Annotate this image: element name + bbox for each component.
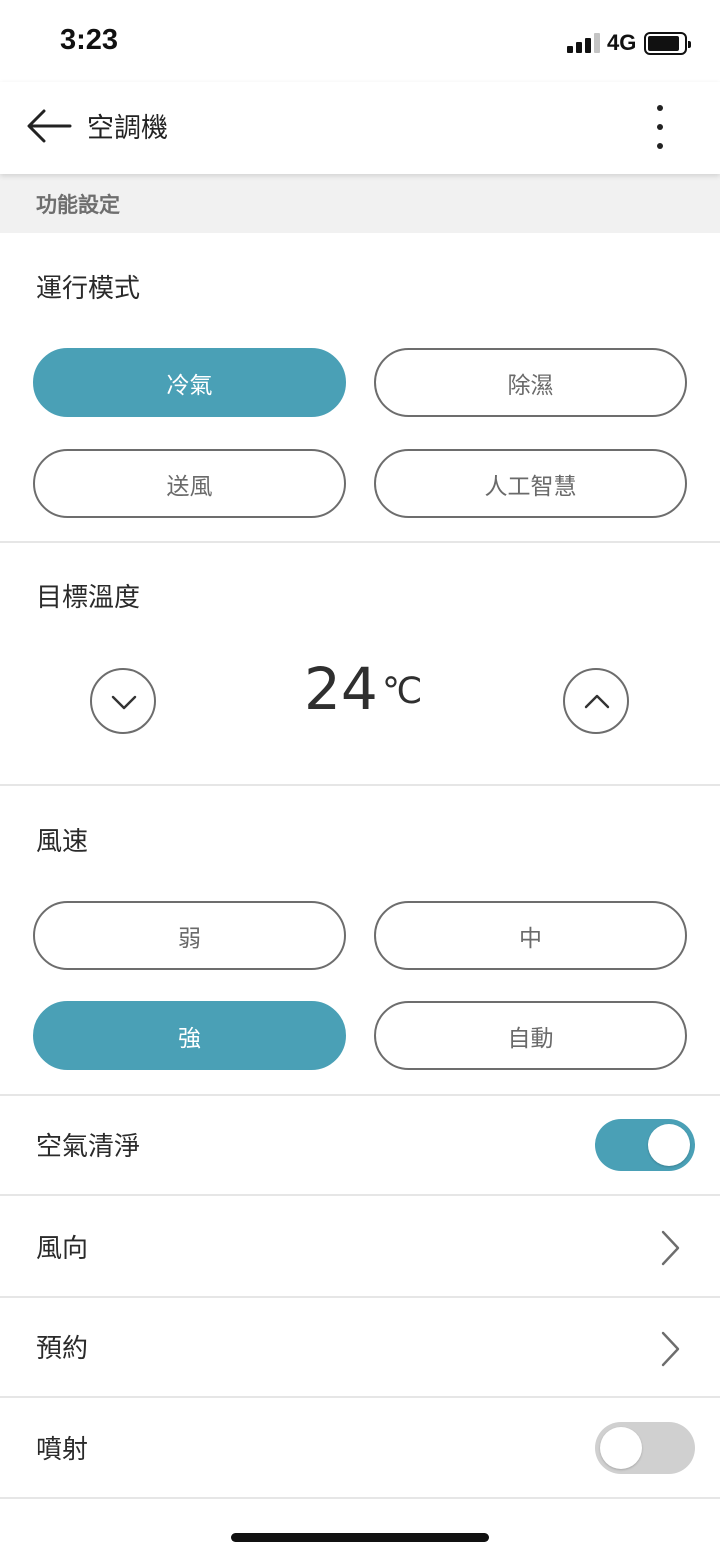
temperature-value: 24	[304, 655, 378, 723]
divider	[0, 1396, 720, 1398]
divider	[0, 541, 720, 543]
status-bar: 3:23 4G	[0, 0, 720, 82]
network-type: 4G	[607, 30, 637, 55]
operation-mode-label: 運行模式	[36, 274, 141, 304]
fan-medium-button[interactable]: 中	[374, 901, 687, 970]
fan-auto-button[interactable]: 自動	[374, 1001, 687, 1070]
page-title: 空調機	[87, 113, 168, 144]
air-purify-toggle[interactable]	[595, 1119, 695, 1171]
divider	[0, 1094, 720, 1096]
jet-toggle[interactable]	[595, 1422, 695, 1474]
divider	[0, 1497, 720, 1499]
wind-direction-label[interactable]: 風向	[36, 1228, 88, 1265]
mode-cool-button[interactable]: 冷氣	[33, 348, 346, 417]
chevron-up-icon	[584, 694, 610, 709]
divider	[0, 1296, 720, 1298]
chevron-down-icon	[111, 695, 137, 710]
battery-icon	[644, 32, 691, 55]
chevron-right-icon[interactable]	[656, 1329, 684, 1369]
mode-dehumidify-button[interactable]: 除濕	[374, 348, 687, 417]
fan-speed-label: 風速	[36, 827, 89, 857]
section-header: 功能設定	[0, 174, 720, 233]
jet-label: 噴射	[36, 1435, 89, 1465]
signal-icon	[567, 33, 601, 53]
mode-ai-button[interactable]: 人工智慧	[374, 449, 687, 518]
home-indicator[interactable]	[231, 1533, 489, 1542]
fan-low-button[interactable]: 弱	[33, 901, 346, 970]
divider	[0, 1194, 720, 1196]
temperature-up-button[interactable]	[563, 668, 629, 734]
more-vertical-icon[interactable]	[640, 100, 680, 154]
fan-high-button[interactable]: 強	[33, 1001, 346, 1070]
temperature-down-button[interactable]	[90, 668, 156, 734]
chevron-right-icon[interactable]	[656, 1228, 684, 1268]
back-button[interactable]	[22, 104, 74, 148]
toggle-knob	[648, 1124, 690, 1166]
target-temperature-label: 目標溫度	[36, 583, 141, 613]
reservation-label[interactable]: 預約	[36, 1328, 88, 1365]
back-arrow-icon	[27, 109, 72, 143]
temperature-unit: ℃	[382, 671, 423, 712]
mode-fan-button[interactable]: 送風	[33, 449, 346, 518]
app-bar: 空調機	[0, 82, 720, 174]
air-purify-label: 空氣清淨	[36, 1132, 141, 1162]
toggle-knob	[600, 1427, 642, 1469]
status-time: 3:23	[60, 24, 119, 56]
divider	[0, 784, 720, 786]
section-header-label: 功能設定	[36, 193, 120, 217]
